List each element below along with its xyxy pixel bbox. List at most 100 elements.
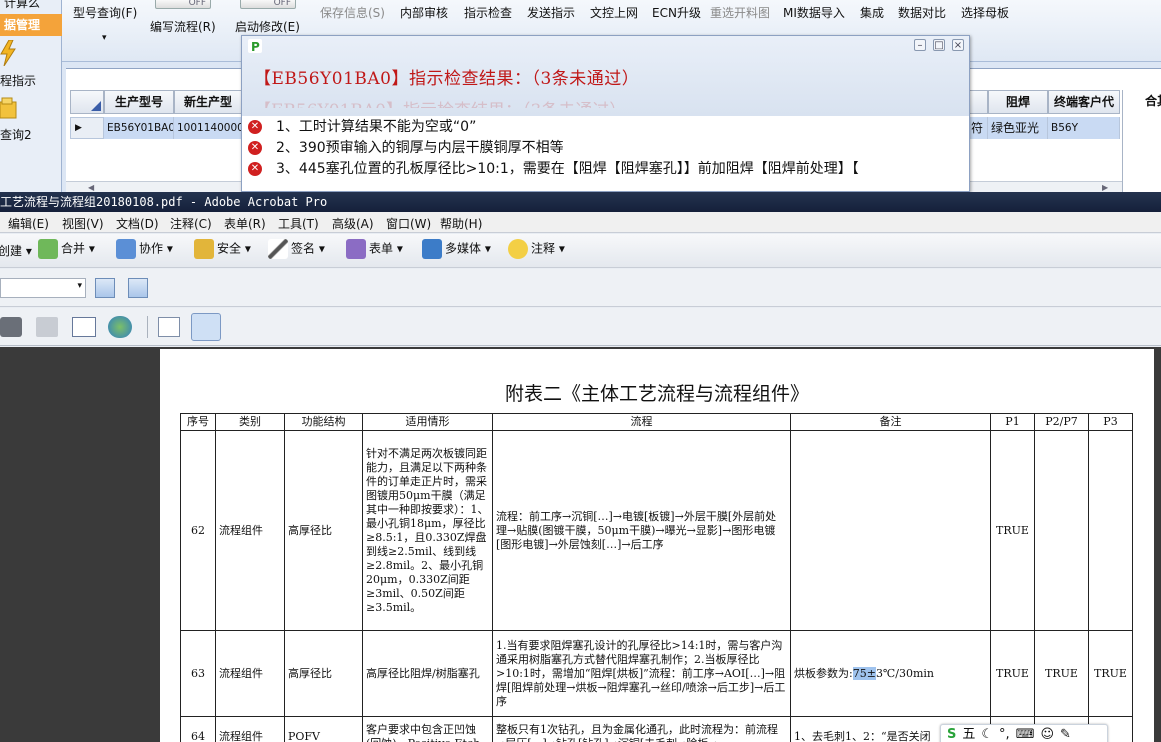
print-icon[interactable] bbox=[0, 317, 22, 337]
toolbar-form[interactable]: 表单 ▾ bbox=[346, 239, 403, 259]
toolbar-combine[interactable]: 合并 ▾ bbox=[38, 239, 95, 259]
ribbon-integrate[interactable]: 集成 bbox=[860, 4, 884, 21]
grid-header-new-model[interactable]: 新生产型 bbox=[174, 90, 242, 114]
menu-advanced[interactable]: 高级(A) bbox=[332, 215, 374, 232]
ribbon-write-process[interactable]: 编写流程(R) bbox=[150, 18, 216, 35]
cell-p1: TRUE bbox=[990, 630, 1035, 717]
cell-new-model[interactable]: 10011400007 bbox=[174, 117, 242, 139]
toolbar-sign[interactable]: 签名 ▾ bbox=[268, 239, 325, 259]
error-x-icon: ✕ bbox=[248, 141, 262, 155]
moon-icon[interactable]: ☾ bbox=[981, 725, 993, 742]
error-x-icon: ✕ bbox=[248, 120, 262, 134]
cell-solder[interactable]: 绿色亚光 bbox=[988, 117, 1048, 139]
menu-view[interactable]: 视图(V) bbox=[62, 215, 104, 232]
note-selected-text[interactable]: 75± bbox=[852, 666, 876, 680]
menu-form[interactable]: 表单(R) bbox=[224, 215, 266, 232]
cell-customer[interactable]: B56Y bbox=[1048, 117, 1120, 139]
col-header: P2/P7 bbox=[1034, 413, 1089, 431]
scroll-right-icon[interactable]: ▶ bbox=[1102, 183, 1108, 192]
error-text-2: 2、390预审输入的铜厚与内层干膜铜厚不相等 bbox=[276, 140, 564, 156]
sort-corner-icon bbox=[91, 101, 101, 111]
table-header-row: 序号 类别 功能结构 适用情形 流程 备注 P1 P2/P7 P3 bbox=[180, 413, 1133, 431]
sidebar-item-process-instruction[interactable]: 程指示 bbox=[0, 72, 62, 89]
sidebar-item-data-management[interactable]: 据管理 bbox=[0, 14, 62, 36]
cell-function: 高厚径比 bbox=[284, 430, 363, 631]
ribbon-instruction-check[interactable]: 指示检查 bbox=[464, 4, 512, 21]
toolbar-create[interactable]: 创建 ▾ bbox=[0, 242, 32, 259]
ribbon-data-compare[interactable]: 数据对比 bbox=[898, 4, 946, 21]
toolbar-comment[interactable]: 注释 ▾ bbox=[508, 239, 565, 259]
menu-document[interactable]: 文档(D) bbox=[116, 215, 159, 232]
col-header: 适用情形 bbox=[362, 413, 493, 431]
cell-process: 流程：前工序→沉铜[…]→电镀[板镀]→外层干膜[外层前处理→贴膜(图镀干膜，5… bbox=[492, 430, 791, 631]
save-icon[interactable] bbox=[36, 317, 58, 337]
punct-icon[interactable]: °, bbox=[999, 725, 1010, 742]
ribbon-ecn-upgrade[interactable]: ECN升级 bbox=[652, 4, 701, 21]
ribbon-save-info[interactable]: 保存信息(S) bbox=[320, 4, 385, 21]
toggle-switch[interactable]: OFF bbox=[155, 0, 211, 9]
ribbon-start-modify[interactable]: 启动修改(E) bbox=[235, 18, 300, 35]
scroll-left-icon[interactable]: ◀ bbox=[88, 183, 94, 192]
sidebar-item-calc[interactable]: 计算么 bbox=[4, 0, 66, 11]
cell-p2: TRUE bbox=[1034, 630, 1089, 717]
cell-category: 流程组件 bbox=[215, 430, 285, 631]
user-icon[interactable]: ☺ bbox=[1040, 725, 1054, 742]
grid-header-prod-model[interactable]: 生产型号 bbox=[104, 90, 174, 114]
toolbar-security-label: 安全 bbox=[217, 241, 242, 256]
page-select-input[interactable]: ▾ bbox=[0, 278, 86, 298]
menu-help[interactable]: 帮助(H) bbox=[440, 215, 482, 232]
cell-scenario: 客户要求中包含正凹蚀(回蚀)、Positive Etch bbox=[362, 716, 493, 742]
grid-header-solder[interactable]: 阻焊 bbox=[988, 90, 1048, 114]
comment-icon bbox=[508, 239, 528, 259]
grid-header-hidden[interactable] bbox=[968, 90, 988, 114]
sidebar-item-query2[interactable]: 查询2 bbox=[0, 126, 62, 143]
grid-corner bbox=[70, 90, 104, 114]
menu-tools[interactable]: 工具(T) bbox=[278, 215, 319, 232]
ribbon-reselect-cut-map[interactable]: 重选开料图 bbox=[710, 4, 770, 21]
dialog-header: P – □ × 【EB56Y01BA0】指示检查结果：（3条未通过） 【EB56… bbox=[242, 36, 969, 116]
email-icon[interactable] bbox=[72, 317, 96, 337]
chevron-down-icon[interactable]: ▾ bbox=[77, 281, 82, 291]
upload-icon[interactable] bbox=[108, 316, 132, 338]
side-panel: 合其 bbox=[1122, 90, 1161, 192]
ribbon-mi-import[interactable]: MI数据导入 bbox=[783, 4, 845, 21]
table-row: 62 流程组件 高厚径比 针对不满足两次板镀同距能力，且满足以下两种条件的订单走… bbox=[180, 430, 1133, 631]
col-header: P1 bbox=[990, 413, 1035, 431]
ribbon-doc-online[interactable]: 文控上网 bbox=[590, 4, 638, 21]
document-viewport[interactable]: 附表二《主体工艺流程与流程组件》 序号 类别 功能结构 适用情形 流程 备注 P… bbox=[0, 347, 1161, 742]
toggle-switch-2[interactable]: OFF bbox=[240, 0, 296, 9]
toolbar-security[interactable]: 安全 ▾ bbox=[194, 239, 251, 259]
ime-mode-label[interactable]: 五 bbox=[962, 725, 975, 742]
col-header: 流程 bbox=[492, 413, 791, 431]
ribbon-select-mother-board[interactable]: 选择母板 bbox=[961, 4, 1009, 21]
minimize-icon[interactable]: – bbox=[914, 39, 926, 51]
fit-width-icon[interactable] bbox=[158, 317, 180, 337]
toolbar-combine-label: 合并 bbox=[61, 241, 86, 256]
cell-function: 高厚径比 bbox=[284, 630, 363, 717]
keyboard-icon[interactable]: ⌨ bbox=[1016, 725, 1035, 742]
erp-window: 计算么 据管理 程指示 查询2 型号查询(F) ▾ OFF 编写流程(R) OF… bbox=[0, 0, 1161, 192]
maximize-icon[interactable]: □ bbox=[933, 39, 945, 51]
fit-page-icon[interactable] bbox=[191, 313, 221, 341]
cell-cut[interactable]: 符 bbox=[968, 117, 988, 139]
wrench-icon[interactable]: ✎ bbox=[1060, 725, 1071, 742]
toolbar-multimedia[interactable]: 多媒体 ▾ bbox=[422, 239, 491, 259]
menu-comment[interactable]: 注释(C) bbox=[170, 215, 212, 232]
ribbon-internal-review[interactable]: 内部审核 bbox=[400, 4, 448, 21]
cell-prod-model[interactable]: EB56Y01BA0 bbox=[104, 117, 174, 139]
ime-toolbar[interactable]: S 五 ☾ °, ⌨ ☺ ✎ bbox=[940, 724, 1108, 742]
note-prefix: 烘板参数为: bbox=[794, 666, 853, 680]
ribbon-send-instruction[interactable]: 发送指示 bbox=[527, 4, 575, 21]
menu-edit[interactable]: 编辑(E) bbox=[8, 215, 49, 232]
menu-window[interactable]: 窗口(W) bbox=[386, 215, 431, 232]
ribbon-model-query[interactable]: 型号查询(F) bbox=[73, 4, 137, 21]
toolbar-collaborate[interactable]: 协作 ▾ bbox=[116, 239, 173, 259]
grid-header-customer[interactable]: 终端客户代 bbox=[1048, 90, 1120, 114]
next-page-icon[interactable] bbox=[128, 278, 148, 298]
close-icon[interactable]: × bbox=[952, 39, 964, 51]
cell-process: 整板只有1次钻孔，且为金属化通孔，此时流程为：前流程→层压[…]→钻孔[钻孔]→… bbox=[492, 716, 791, 742]
prev-page-icon[interactable] bbox=[95, 278, 115, 298]
chevron-down-icon[interactable]: ▾ bbox=[102, 33, 107, 43]
error-text-3: 3、445塞孔位置的孔板厚径比>10:1，需要在【阻焊【阻焊塞孔】】前加阻焊【阻… bbox=[276, 161, 859, 177]
cell-note: 烘板参数为:75±3℃/30min bbox=[790, 630, 991, 717]
